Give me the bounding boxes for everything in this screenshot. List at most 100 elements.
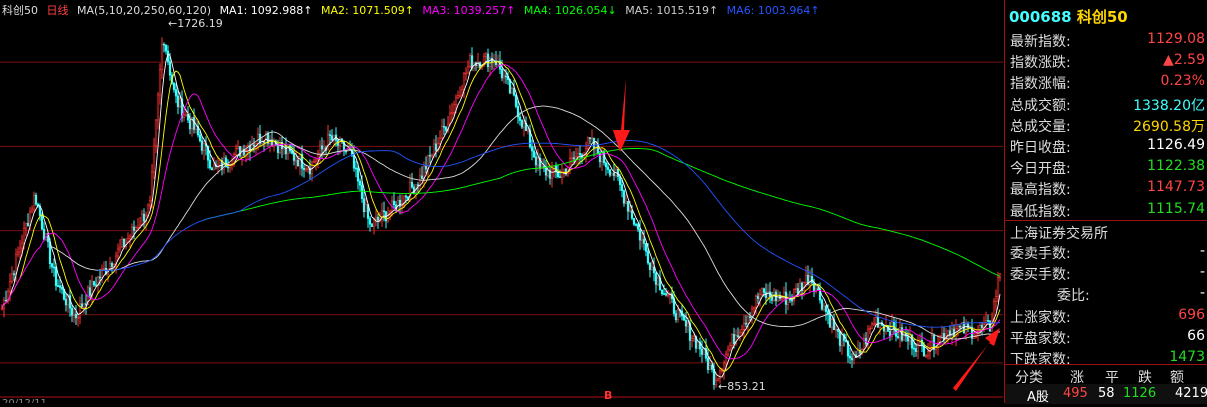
candle-body: [442, 125, 446, 128]
candle-body: [786, 298, 790, 305]
candle-body: [640, 239, 644, 241]
candle-body: [620, 184, 624, 191]
candle-body: [710, 365, 714, 370]
quote-row-index-change-pct: 指数涨幅: 0.23%: [1005, 71, 1207, 92]
candle-body: [176, 95, 180, 108]
quote-label: 委买手数:: [1010, 267, 1071, 284]
candle-body: [964, 323, 968, 334]
candle-body: [162, 43, 166, 46]
candle-body: [376, 216, 380, 221]
quote-value: -: [1199, 285, 1205, 302]
candle-body: [76, 316, 80, 319]
candle-body: [590, 137, 594, 140]
kline-chart[interactable]: ←1726.19 ←853.21 B 20/12/11 科创50 日线 MA(5,10…: [0, 0, 1003, 407]
period-label[interactable]: 日线: [47, 4, 69, 17]
quote-label: 总成交量:: [1010, 118, 1071, 135]
candle-body: [576, 153, 580, 158]
candle-body: [550, 169, 554, 179]
candle-body: [424, 165, 428, 170]
quote-row-unchanged: 平盘家数: 66: [1005, 326, 1207, 347]
candle-body: [184, 114, 188, 116]
candle-body: [868, 328, 872, 330]
candle-body: [382, 210, 386, 213]
quote-panel: 000688 科创50 最新指数: 1129.08 指数涨跌: ▲2.59 指数涨幅: 0…: [1004, 0, 1207, 406]
candle-body: [174, 89, 178, 97]
candle-body: [464, 72, 468, 75]
candle-body: [696, 341, 700, 349]
candle-body: [24, 222, 28, 229]
quote-label: 今日开盘:: [1010, 161, 1071, 178]
candle-body: [592, 137, 596, 149]
candle-body: [370, 223, 374, 227]
candle-body: [874, 317, 878, 324]
candle-body: [682, 315, 686, 321]
candle-body: [650, 266, 654, 270]
candle-body: [828, 314, 832, 328]
candle-body: [610, 172, 614, 176]
candle-body: [558, 176, 562, 178]
candle-body: [60, 287, 64, 290]
candle-body: [822, 305, 826, 310]
candle-body: [20, 242, 24, 249]
candle-body: [780, 298, 784, 300]
index-code: 000688: [1009, 8, 1072, 26]
kline-svg[interactable]: ←1726.19 ←853.21 B 20/12/11: [0, 0, 1003, 407]
candle-body: [632, 218, 636, 225]
candle-body: [642, 239, 646, 244]
quote-value: 1115.74: [1147, 200, 1205, 217]
breadth-row-a-share[interactable]: A股 495 58 1126 4219: [1005, 384, 1207, 405]
candle-body: [56, 285, 60, 287]
candle-body: [532, 150, 536, 158]
ma2-value: MA2: 1071.509↑: [320, 4, 414, 17]
quote-label: 上海证券交易所: [1010, 225, 1108, 242]
quote-row-bid-ask-ratio: 委比: -: [1005, 283, 1207, 304]
quote-row-prev-close: 昨日收盘: 1126.49: [1005, 135, 1207, 156]
candle-body: [648, 262, 652, 270]
candle-body: [284, 145, 288, 155]
candle-body: [466, 66, 470, 74]
candle-body: [404, 195, 408, 198]
candle-body: [158, 69, 162, 96]
candle-body: [956, 325, 960, 329]
quote-label: 昨日收盘:: [1010, 140, 1071, 156]
candle-body: [870, 323, 874, 329]
candle-body: [82, 303, 86, 308]
candle-body: [188, 119, 192, 130]
candle-body: [420, 175, 424, 179]
candle-body: [440, 125, 444, 139]
candle-body: [978, 325, 982, 331]
candle-body: [816, 288, 820, 291]
quote-value: 1122.38: [1147, 158, 1205, 175]
candle-body: [808, 276, 812, 285]
candle-body: [322, 147, 326, 150]
candle-body: [292, 153, 296, 161]
candle-body: [70, 307, 74, 316]
candle-body: [354, 167, 358, 170]
candle-body: [34, 194, 38, 205]
candle-body: [8, 281, 12, 292]
candle-body: [218, 160, 222, 166]
candle-body: [666, 294, 670, 297]
candle-body: [358, 180, 362, 186]
candle-body: [722, 362, 726, 371]
candle-body: [914, 348, 918, 352]
quote-row-index-change: 指数涨跌: ▲2.59: [1005, 50, 1207, 71]
candle-body: [504, 75, 508, 78]
quote-label: 指数涨跌:: [1010, 55, 1071, 72]
candle-body: [730, 334, 734, 346]
quote-value: ▲2.59: [1163, 52, 1205, 69]
candle-body: [430, 154, 434, 157]
candle-body: [320, 145, 324, 150]
quote-value: 1129.08: [1147, 31, 1205, 47]
candle-body: [240, 148, 244, 157]
candle-body: [10, 273, 14, 282]
candle-body: [752, 307, 756, 310]
quote-row-advancers: 上涨家数: 696: [1005, 305, 1207, 326]
candle-body: [520, 120, 524, 128]
candle-body: [562, 168, 566, 172]
candle-body: [314, 159, 318, 163]
candle-body: [896, 336, 900, 339]
candle-body: [934, 347, 938, 350]
candle-body: [700, 348, 704, 355]
candle-body: [192, 117, 196, 130]
